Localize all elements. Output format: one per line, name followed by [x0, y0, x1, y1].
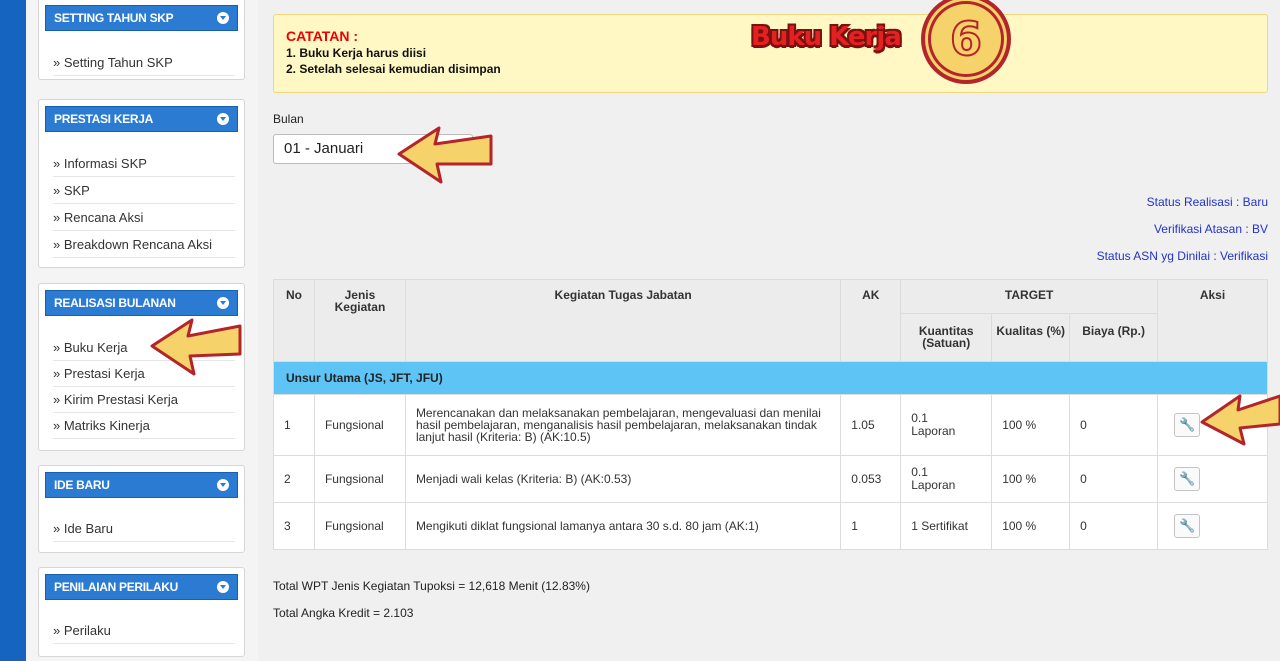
annotation-page-label: Buku Kerja — [751, 22, 902, 52]
header-no: No — [273, 279, 315, 362]
header-kegiatan: Kegiatan Tugas Jabatan — [404, 279, 842, 362]
cell-ak: 1.05 — [840, 394, 902, 456]
cell-kuantitas: 1 Sertifikat — [900, 502, 993, 550]
table-row: 2 Fungsional Menjadi wali kelas (Kriteri… — [273, 455, 1268, 503]
cell-kualitas: 100 % — [991, 502, 1071, 550]
left-nav-strip — [0, 0, 26, 661]
cell-kualitas: 100 % — [991, 455, 1071, 503]
sidebar-item-rencana-aksi[interactable]: » Rencana Aksi — [53, 205, 235, 231]
sidebar-item-perilaku[interactable]: » Perilaku — [53, 618, 235, 644]
status-verifikasi-atasan: Verifikasi Atasan : BV — [1153, 222, 1268, 236]
total-angka-kredit: Total Angka Kredit = 2.103 — [273, 606, 414, 620]
header-kualitas: Kualitas (%) — [991, 313, 1071, 362]
header-biaya: Biaya (Rp.) — [1069, 313, 1159, 362]
table-row: 3 Fungsional Mengikuti diklat fungsional… — [273, 502, 1268, 550]
cell-kegiatan: Mengikuti diklat fungsional lamanya anta… — [404, 502, 842, 550]
chevron-down-circle-icon[interactable] — [217, 479, 229, 491]
cell-kualitas: 100 % — [991, 394, 1071, 456]
cell-biaya: 0 — [1069, 394, 1159, 456]
section-label: Unsur Utama (JS, JFT, JFU) — [273, 361, 1268, 395]
cell-kegiatan: Menjadi wali kelas (Kriteria: B) (AK:0.5… — [404, 455, 842, 503]
sidebar-item-skp[interactable]: » SKP — [53, 178, 235, 204]
wrench-icon: 🔧 — [1178, 471, 1196, 486]
wrench-icon: 🔧 — [1178, 417, 1196, 432]
header-target: TARGET — [900, 279, 1159, 314]
status-asn: Status ASN yg Dinilai : Verifikasi — [1096, 249, 1268, 263]
cell-biaya: 0 — [1069, 455, 1159, 503]
buku-kerja-table: No Jenis Kegiatan Kegiatan Tugas Jabatan… — [273, 279, 1268, 550]
kuantitas-value: 1 Sertifikat — [911, 519, 968, 533]
sidebar-item-kirim-prestasi-kerja[interactable]: » Kirim Prestasi Kerja — [53, 387, 235, 413]
kuantitas-unit: Laporan — [911, 424, 956, 438]
header-ak: AK — [840, 279, 902, 362]
cell-no: 2 — [273, 455, 315, 503]
arrow-pointer-icon — [1200, 394, 1280, 446]
cell-aksi: 🔧 — [1157, 502, 1268, 550]
cell-no: 3 — [273, 502, 315, 550]
panel-ide-baru: IDE BARU » Ide Baru — [38, 465, 245, 553]
sidebar-item-informasi-skp[interactable]: » Informasi SKP — [53, 151, 235, 177]
bulan-label: Bulan — [273, 112, 304, 126]
cell-ak: 1 — [840, 502, 902, 550]
chevron-down-circle-icon[interactable] — [217, 12, 229, 24]
header-aksi: Aksi — [1157, 279, 1268, 362]
table-row: 1 Fungsional Merencanakan dan melaksanak… — [273, 394, 1268, 456]
section-row: Unsur Utama (JS, JFT, JFU) — [273, 361, 1268, 395]
edit-button[interactable]: 🔧 — [1174, 514, 1201, 538]
cell-jenis: Fungsional — [313, 502, 406, 550]
panel-header-realisasi-bulanan[interactable]: REALISASI BULANAN — [45, 290, 238, 316]
sidebar-item-setting-tahun-skp[interactable]: » Setting Tahun SKP — [53, 50, 235, 76]
header-jenis-kegiatan: Jenis Kegiatan — [313, 279, 406, 362]
edit-button[interactable]: 🔧 — [1174, 413, 1201, 437]
panel-header-setting-tahun-skp[interactable]: SETTING TAHUN SKP — [45, 5, 238, 31]
arrow-pointer-icon — [397, 126, 493, 184]
panel-penilaian-perilaku: PENILAIAN PERILAKU » Perilaku — [38, 567, 245, 657]
cell-jenis: Fungsional — [313, 455, 406, 503]
cell-ak: 0.053 — [840, 455, 902, 503]
panel-prestasi-kerja: PRESTASI KERJA » Informasi SKP » SKP » R… — [38, 99, 245, 268]
total-wpt: Total WPT Jenis Kegiatan Tupoksi = 12,61… — [273, 579, 590, 593]
kuantitas-unit: Laporan — [911, 478, 956, 492]
sidebar-item-matriks-kinerja[interactable]: » Matriks Kinerja — [53, 413, 235, 439]
chevron-down-circle-icon[interactable] — [217, 581, 229, 593]
status-realisasi: Status Realisasi : Baru — [1146, 195, 1268, 209]
wrench-icon: 🔧 — [1178, 518, 1196, 533]
chevron-down-circle-icon[interactable] — [217, 297, 229, 309]
panel-header-penilaian-perilaku[interactable]: PENILAIAN PERILAKU — [45, 574, 238, 600]
edit-button[interactable]: 🔧 — [1174, 467, 1201, 491]
cell-no: 1 — [273, 394, 315, 456]
panel-header-prestasi-kerja[interactable]: PRESTASI KERJA — [45, 106, 238, 132]
panel-header-ide-baru[interactable]: IDE BARU — [45, 472, 238, 498]
cell-jenis: Fungsional — [313, 394, 406, 456]
header-kuantitas: Kuantitas (Satuan) — [900, 313, 993, 362]
arrow-pointer-icon — [150, 318, 242, 376]
chevron-down-circle-icon[interactable] — [217, 113, 229, 125]
main-content: CATATAN : 1. Buku Kerja harus diisi 2. S… — [258, 0, 1280, 661]
sidebar-item-ide-baru[interactable]: » Ide Baru — [53, 516, 235, 542]
panel-setting-tahun-skp: SETTING TAHUN SKP » Setting Tahun SKP — [38, 0, 245, 80]
sidebar-item-breakdown-rencana-aksi[interactable]: » Breakdown Rencana Aksi — [53, 232, 235, 258]
cell-kuantitas: 0.1 Laporan — [900, 394, 993, 456]
cell-kuantitas: 0.1 Laporan — [900, 455, 993, 503]
notice-line: 2. Setelah selesai kemudian disimpan — [286, 62, 501, 76]
cell-kegiatan: Merencanakan dan melaksanakan pembelajar… — [404, 394, 842, 456]
cell-aksi: 🔧 — [1157, 455, 1268, 503]
cell-biaya: 0 — [1069, 502, 1159, 550]
